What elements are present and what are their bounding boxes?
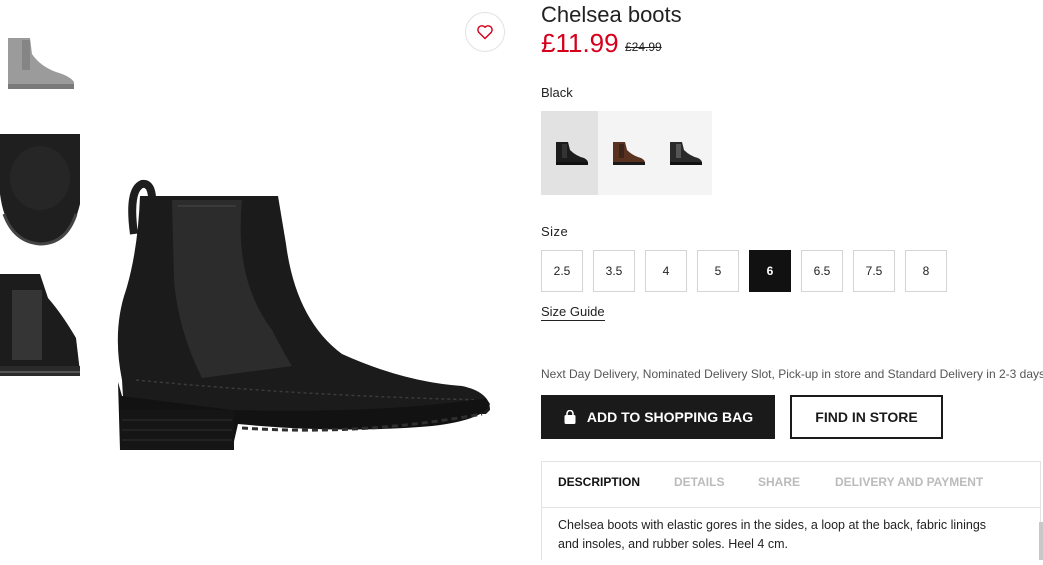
colour-swatch-dark-grey[interactable] (655, 111, 712, 195)
product-title: Chelsea boots (541, 2, 682, 27)
size-options: 2.5 3.5 4 5 6 6.5 7.5 8 (541, 250, 957, 292)
thumbnail-1[interactable] (0, 32, 80, 94)
colour-swatch-black[interactable] (541, 111, 598, 195)
size-option[interactable]: 7.5 (853, 250, 895, 292)
product-description: Chelsea boots with elastic gores in the … (558, 518, 987, 551)
thumbnail-2[interactable] (0, 134, 80, 250)
find-in-store-button[interactable]: FIND IN STORE (790, 395, 943, 439)
size-option[interactable]: 2.5 (541, 250, 583, 292)
size-option[interactable]: 4 (645, 250, 687, 292)
original-price: £24.99 (625, 40, 662, 54)
colour-swatch-brown[interactable] (598, 111, 655, 195)
tab-delivery-and-payment[interactable]: DELIVERY AND PAYMENT (835, 475, 983, 489)
size-option[interactable]: 6.5 (801, 250, 843, 292)
tab-description[interactable]: DESCRIPTION (558, 475, 640, 489)
size-option[interactable]: 8 (905, 250, 947, 292)
tab-details[interactable]: DETAILS (674, 475, 724, 489)
heart-icon (476, 24, 494, 40)
delivery-info: Next Day Delivery, Nominated Delivery Sl… (541, 367, 1043, 381)
add-to-bag-button[interactable]: ADD TO SHOPPING BAG (541, 395, 775, 439)
size-guide-link[interactable]: Size Guide (541, 304, 605, 321)
size-label: Size (541, 224, 569, 239)
shopping-bag-icon (563, 409, 577, 425)
size-option-selected[interactable]: 6 (749, 250, 791, 292)
favourite-button[interactable] (465, 12, 505, 52)
product-info-panel: DESCRIPTION DETAILS SHARE DELIVERY AND P… (541, 461, 1041, 560)
tab-share[interactable]: SHARE (758, 475, 800, 489)
info-tabs: DESCRIPTION DETAILS SHARE DELIVERY AND P… (542, 462, 1040, 508)
size-option[interactable]: 3.5 (593, 250, 635, 292)
size-option[interactable]: 5 (697, 250, 739, 292)
scrollbar-thumb[interactable] (1039, 522, 1043, 560)
thumbnail-3[interactable] (0, 268, 80, 384)
colour-swatches (541, 111, 712, 195)
sale-price: £11.99 (541, 28, 619, 58)
add-to-bag-label: ADD TO SHOPPING BAG (586, 409, 754, 425)
selected-colour-label: Black (541, 85, 573, 100)
main-product-image (82, 0, 522, 560)
